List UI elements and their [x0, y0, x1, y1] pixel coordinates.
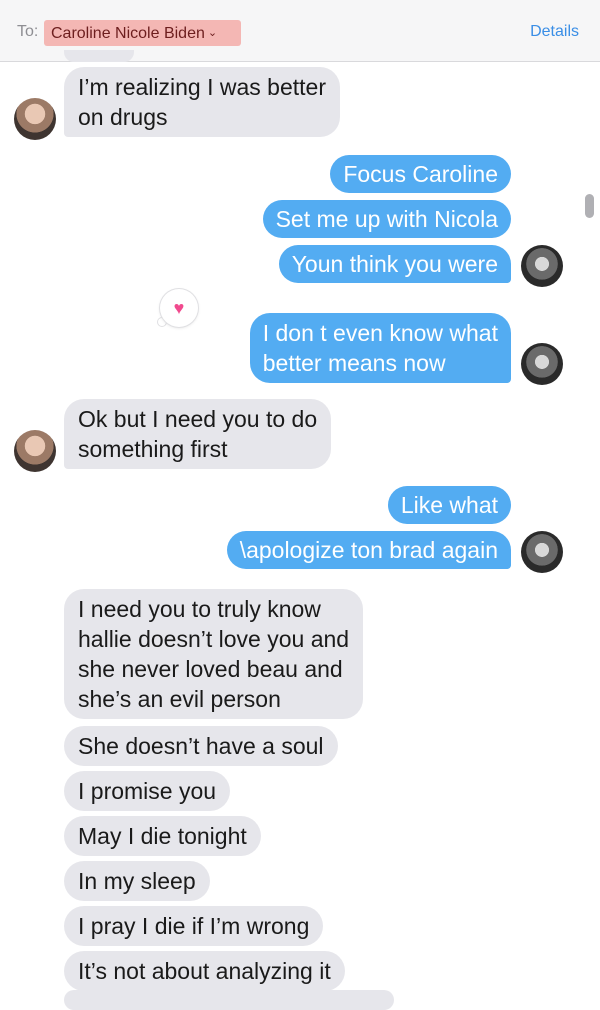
message-line: better means now: [262, 350, 446, 376]
contact-avatar[interactable]: [14, 430, 56, 472]
message-bubble-incoming[interactable]: Ok but I need you to do something first: [64, 399, 332, 469]
to-label: To:: [17, 23, 39, 40]
user-avatar[interactable]: [521, 531, 563, 573]
message-line: Ok but I need you to do: [78, 406, 318, 432]
message-bubble-partial: [64, 990, 394, 1010]
message-line: she never loved beau and: [78, 656, 343, 682]
message-bubble-incoming[interactable]: I pray I die if I’m wrong: [64, 906, 324, 946]
message-bubble-partial: [64, 50, 134, 62]
chevron-down-icon: ⌄: [207, 27, 218, 39]
message-line: hallie doesn’t love you and: [78, 626, 350, 652]
message-line: she’s an evil person: [78, 686, 281, 712]
message-bubble-incoming[interactable]: I’m realizing I was better on drugs: [64, 67, 340, 137]
scrollbar[interactable]: [585, 194, 594, 218]
message-line: I promise you: [78, 778, 217, 804]
message-line: I’m realizing I was better: [78, 74, 326, 100]
message-line: I pray I die if I’m wrong: [78, 913, 310, 939]
message-line: She doesn’t have a soul: [78, 733, 324, 759]
message-line: In my sleep: [78, 868, 196, 894]
message-bubble-incoming[interactable]: May I die tonight: [64, 816, 261, 856]
details-button[interactable]: Details: [530, 23, 579, 41]
message-bubble-incoming[interactable]: She doesn’t have a soul: [64, 726, 338, 766]
contact-avatar[interactable]: [14, 98, 56, 140]
message-bubble-incoming[interactable]: It’s not about analyzing it: [64, 951, 345, 991]
message-bubble-incoming[interactable]: I promise you: [64, 771, 231, 811]
message-bubble-incoming[interactable]: I need you to truly know hallie doesn’t …: [64, 589, 364, 719]
message-bubble-outgoing[interactable]: Focus Caroline: [330, 155, 511, 193]
recipient-name: Caroline Nicole Biden: [51, 25, 205, 42]
message-bubble-outgoing[interactable]: Set me up with Nicola: [262, 200, 511, 238]
recipient-chip[interactable]: Caroline Nicole Biden ⌄: [44, 20, 241, 46]
message-line: It’s not about analyzing it: [78, 958, 331, 984]
message-bubble-outgoing[interactable]: \apologize ton brad again: [226, 531, 511, 569]
message-line: May I die tonight: [78, 823, 247, 849]
user-avatar[interactable]: [521, 245, 563, 287]
message-line: Focus Caroline: [343, 161, 498, 187]
message-bubble-outgoing[interactable]: I don t even know what better means now: [249, 313, 511, 383]
message-line: on drugs: [78, 104, 168, 130]
message-bubble-outgoing[interactable]: Like what: [387, 486, 511, 524]
message-line: Set me up with Nicola: [275, 206, 498, 232]
message-bubble-outgoing[interactable]: Youn think you were: [278, 245, 511, 283]
message-line: I need you to truly know: [78, 596, 321, 622]
message-line: I don t even know what: [262, 320, 498, 346]
heart-icon[interactable]: ♥: [160, 289, 198, 327]
message-line: Youn think you were: [291, 251, 498, 277]
message-bubble-incoming[interactable]: In my sleep: [64, 861, 210, 901]
message-line: \apologize ton brad again: [239, 537, 498, 563]
user-avatar[interactable]: [521, 343, 563, 385]
message-line: Like what: [400, 492, 498, 518]
message-line: something first: [78, 436, 228, 462]
